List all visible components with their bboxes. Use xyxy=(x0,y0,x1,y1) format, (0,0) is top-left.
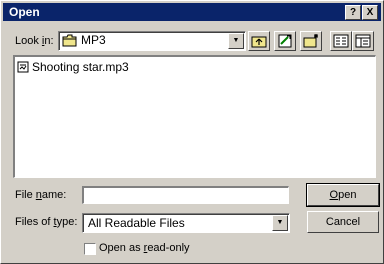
open-button[interactable]: Open xyxy=(306,183,380,207)
new-folder-button[interactable] xyxy=(300,31,322,51)
details-view-button[interactable] xyxy=(352,31,374,51)
help-button[interactable]: ? xyxy=(345,5,361,20)
title-bar[interactable]: Open ? X xyxy=(3,3,381,21)
music-file-icon xyxy=(17,61,29,73)
file-type-value: All Readable Files xyxy=(88,216,185,230)
list-view-button[interactable] xyxy=(330,31,352,51)
details-view-icon xyxy=(355,34,371,48)
folder-icon xyxy=(62,34,77,47)
up-folder-button[interactable] xyxy=(248,31,270,51)
cancel-button[interactable]: Cancel xyxy=(307,211,379,233)
close-button[interactable]: X xyxy=(362,5,378,20)
file-type-dropdown[interactable]: All Readable Files ▼ xyxy=(82,213,290,233)
file-list[interactable]: Shooting star.mp3 xyxy=(13,55,376,178)
file-name: Shooting star.mp3 xyxy=(32,60,129,74)
desktop-icon xyxy=(278,34,292,48)
dialog-title: Open xyxy=(9,5,40,19)
chevron-down-icon[interactable]: ▼ xyxy=(272,215,288,231)
file-name-label: File name: xyxy=(15,189,67,201)
desktop-button[interactable] xyxy=(274,31,296,51)
read-only-label[interactable]: Open as read-only xyxy=(99,242,190,254)
look-in-value: MP3 xyxy=(81,33,106,47)
up-folder-icon xyxy=(251,36,267,48)
look-in-label: Look in: xyxy=(15,35,54,47)
chevron-down-icon[interactable]: ▼ xyxy=(228,33,244,49)
open-dialog: Open ? X Look in: MP3 ▼ Shooting star.mp… xyxy=(0,0,384,264)
files-of-type-label: Files of type: xyxy=(15,216,78,228)
file-name-field[interactable] xyxy=(82,186,289,204)
look-in-dropdown[interactable]: MP3 ▼ xyxy=(58,31,246,51)
list-view-icon xyxy=(333,34,349,48)
new-folder-icon xyxy=(303,34,318,48)
read-only-checkbox[interactable] xyxy=(84,243,96,255)
